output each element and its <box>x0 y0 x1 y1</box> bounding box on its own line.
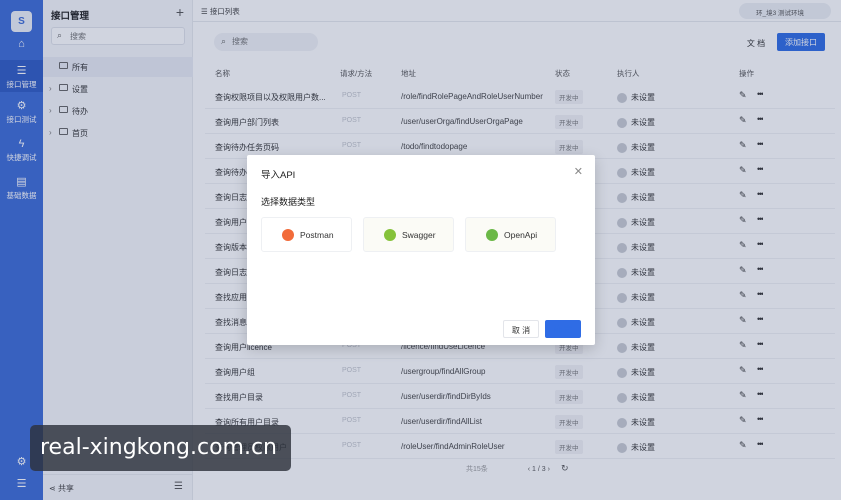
import-option-label: OpenApi <box>504 230 538 240</box>
import-option-postman[interactable]: Postman <box>261 217 352 252</box>
close-icon[interactable]: ✕ <box>574 165 583 178</box>
cancel-button[interactable]: 取 消 <box>503 320 539 338</box>
import-api-dialog: 导入API ✕ 选择数据类型 Postman Swagger OpenApi 取… <box>247 155 595 345</box>
swagger-icon <box>384 229 396 241</box>
dialog-title: 导入API <box>261 170 296 181</box>
import-option-openapi[interactable]: OpenApi <box>465 217 556 252</box>
postman-icon <box>282 229 294 241</box>
import-option-label: Swagger <box>402 230 436 240</box>
import-option-label: Postman <box>300 230 334 240</box>
import-option-swagger[interactable]: Swagger <box>363 217 454 252</box>
dialog-subtitle: 选择数据类型 <box>261 197 316 207</box>
watermark: real-xingkong.com.cn <box>30 425 291 471</box>
confirm-button[interactable]: 确 定 <box>545 320 581 338</box>
openapi-icon <box>486 229 498 241</box>
